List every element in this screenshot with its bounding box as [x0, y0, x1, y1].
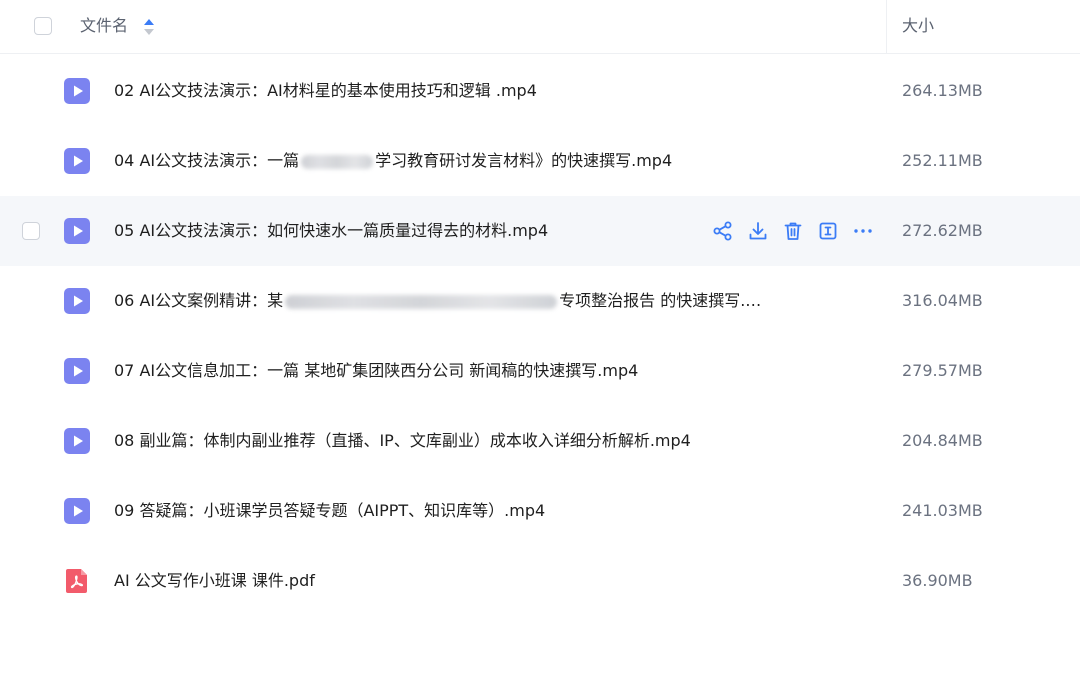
- file-name[interactable]: 04 AI公文技法演示：一篇 学习教育研讨发言材料》的快速撰写.mp4: [114, 149, 672, 173]
- file-row[interactable]: 04 AI公文技法演示：一篇 学习教育研讨发言材料》的快速撰写.mp4 252.1…: [0, 126, 1080, 196]
- file-row[interactable]: AI 公文写作小班课 课件.pdf 36.90MB: [0, 546, 1080, 616]
- video-file-icon: [64, 358, 90, 384]
- file-size: 272.62MB: [902, 221, 983, 240]
- video-file-icon: [64, 428, 90, 454]
- file-row-hovered[interactable]: 05 AI公文技法演示：如何快速水一篇质量过得去的材料.mp4 272.62MB: [0, 196, 1080, 266]
- video-file-icon: [64, 78, 90, 104]
- row-checkbox[interactable]: [22, 222, 40, 240]
- video-file-icon: [64, 288, 90, 314]
- share-icon[interactable]: [712, 220, 734, 242]
- file-name[interactable]: 09 答疑篇：小班课学员答疑专题（AIPPT、知识库等）.mp4: [114, 499, 545, 523]
- file-size: 36.90MB: [902, 571, 973, 590]
- file-size: 204.84MB: [902, 431, 983, 450]
- file-name-end: 学习教育研讨发言材料》的快速撰写.mp4: [375, 151, 673, 170]
- file-list-header: 文件名 大小: [0, 0, 1080, 54]
- file-row[interactable]: 08 副业篇：体制内副业推荐（直播、IP、文库副业）成本收入详细分析解析.mp4…: [0, 406, 1080, 476]
- rename-icon[interactable]: [817, 220, 839, 242]
- file-size: 316.04MB: [902, 291, 983, 310]
- file-row[interactable]: 07 AI公文信息加工：一篇 某地矿集团陕西分公司 新闻稿的快速撰写.mp4 2…: [0, 336, 1080, 406]
- file-row[interactable]: 06 AI公文案例精讲：某 专项整治报告 的快速撰写.… 316.04MB: [0, 266, 1080, 336]
- file-name[interactable]: 08 副业篇：体制内副业推荐（直播、IP、文库副业）成本收入详细分析解析.mp4: [114, 429, 691, 453]
- file-name[interactable]: 05 AI公文技法演示：如何快速水一篇质量过得去的材料.mp4: [114, 219, 548, 243]
- delete-icon[interactable]: [782, 220, 804, 242]
- column-header-size[interactable]: 大小: [902, 15, 934, 37]
- column-divider[interactable]: [886, 0, 887, 54]
- file-name[interactable]: 06 AI公文案例精讲：某 专项整治报告 的快速撰写.…: [114, 289, 761, 313]
- more-icon[interactable]: [852, 220, 874, 242]
- video-file-icon: [64, 218, 90, 244]
- download-icon[interactable]: [747, 220, 769, 242]
- column-header-name[interactable]: 文件名: [80, 15, 128, 37]
- file-name-start: 04 AI公文技法演示：一篇: [114, 151, 300, 170]
- select-all-checkbox[interactable]: [34, 17, 52, 35]
- file-name[interactable]: 02 AI公文技法演示：AI材料星的基本使用技巧和逻辑 .mp4: [114, 79, 537, 103]
- file-size: 252.11MB: [902, 151, 983, 170]
- pdf-file-icon: [66, 569, 87, 593]
- file-name[interactable]: AI 公文写作小班课 课件.pdf: [114, 569, 315, 593]
- file-size: 241.03MB: [902, 501, 983, 520]
- file-row[interactable]: 09 答疑篇：小班课学员答疑专题（AIPPT、知识库等）.mp4 241.03M…: [0, 476, 1080, 546]
- file-size: 279.57MB: [902, 361, 983, 380]
- file-name-start: 06 AI公文案例精讲：某: [114, 291, 284, 310]
- video-file-icon: [64, 498, 90, 524]
- file-size: 264.13MB: [902, 81, 983, 100]
- sort-icon[interactable]: [143, 17, 155, 37]
- redacted-text-blur: [285, 294, 558, 309]
- file-row[interactable]: 02 AI公文技法演示：AI材料星的基本使用技巧和逻辑 .mp4 264.13M…: [0, 56, 1080, 126]
- video-file-icon: [64, 148, 90, 174]
- file-name-end: 专项整治报告 的快速撰写.…: [559, 291, 762, 310]
- file-name[interactable]: 07 AI公文信息加工：一篇 某地矿集团陕西分公司 新闻稿的快速撰写.mp4: [114, 359, 638, 383]
- redacted-text-blur: [301, 154, 374, 169]
